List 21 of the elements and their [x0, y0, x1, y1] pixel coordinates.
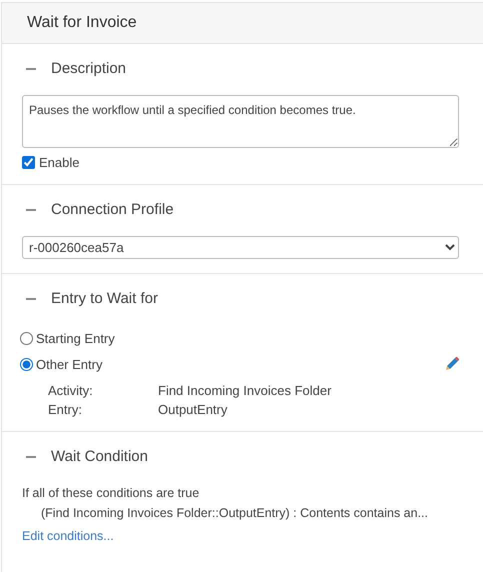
pencil-icon[interactable] — [445, 357, 459, 371]
section-heading: Connection Profile — [51, 201, 174, 218]
condition-summary: If all of these conditions are true — [22, 485, 200, 502]
section-heading: Wait Condition — [51, 448, 148, 465]
enable-checkbox[interactable] — [22, 156, 35, 169]
entry-radio[interactable] — [20, 332, 33, 344]
description-field[interactable]: Pauses the workflow until a specified condition becomes true. — [22, 95, 459, 148]
detail-value: Find Incoming Invoices Folder — [158, 383, 332, 398]
section-heading: Entry to Wait for — [51, 290, 158, 307]
enable-label: Enable — [39, 155, 80, 170]
condition-text: (Find Incoming Invoices Folder::OutputEntry) : Contents contains an... — [40, 505, 429, 522]
section-heading: Description — [51, 60, 126, 77]
entry-radio[interactable] — [20, 358, 33, 370]
edit-conditions-link[interactable]: Edit conditions... — [22, 529, 114, 543]
detail-label: Activity: — [48, 383, 94, 398]
entry-option-label: Other Entry — [36, 356, 102, 372]
profile-select[interactable]: r-000260cea57a — [22, 236, 459, 259]
detail-value: OutputEntry — [158, 402, 228, 417]
panel-title: Wait for Invoice — [2, 3, 483, 44]
detail-label: Entry: — [48, 402, 83, 417]
entry-option-label: Starting Entry — [36, 330, 115, 346]
